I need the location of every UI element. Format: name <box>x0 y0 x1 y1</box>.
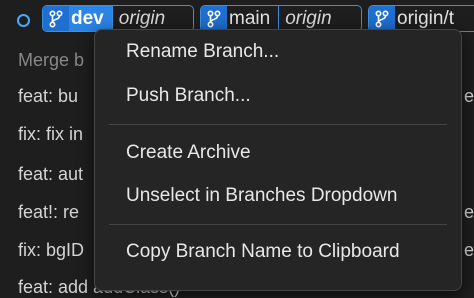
branch-name: origin/t <box>397 7 455 29</box>
commit-row[interactable]: fix: fix in <box>18 124 83 145</box>
commit-row[interactable]: Merge b <box>18 50 84 71</box>
commit-graph-node <box>17 14 30 27</box>
branch-name: main <box>229 7 271 29</box>
unselect-in-branches-dropdown-menu-item[interactable]: Unselect in Branches Dropdown <box>126 185 397 207</box>
branch-tag-dev[interactable]: dev origin <box>42 5 194 32</box>
git-branch-icon <box>43 6 69 31</box>
create-archive-menu-item[interactable]: Create Archive <box>126 142 251 164</box>
git-branch-icon <box>201 6 227 31</box>
commit-row[interactable]: fix: bgID <box>18 240 84 261</box>
git-branch-icon <box>369 6 395 31</box>
copy-branch-name-menu-item[interactable]: Copy Branch Name to Clipboard <box>126 241 400 263</box>
branch-name: dev <box>69 6 112 31</box>
menu-separator <box>109 224 447 225</box>
branch-context-menu: Rename Branch... Push Branch... Create A… <box>94 29 462 291</box>
menu-separator <box>109 124 447 125</box>
push-branch-menu-item[interactable]: Push Branch... <box>126 85 251 107</box>
branch-tag-main[interactable]: main origin <box>200 5 362 32</box>
truncated-column-text: e <box>464 86 474 106</box>
truncated-column-text: e <box>464 240 474 260</box>
remote-name: origin <box>111 6 171 31</box>
branch-tag-remote[interactable]: origin/t <box>368 5 474 32</box>
commit-row[interactable]: feat: aut <box>18 164 83 185</box>
commit-row[interactable]: feat!: re <box>18 202 79 223</box>
truncated-column-text: e <box>464 202 474 222</box>
commit-row[interactable]: feat: bu <box>18 86 78 107</box>
rename-branch-menu-item[interactable]: Rename Branch... <box>126 41 279 63</box>
remote-name: origin <box>278 6 337 31</box>
